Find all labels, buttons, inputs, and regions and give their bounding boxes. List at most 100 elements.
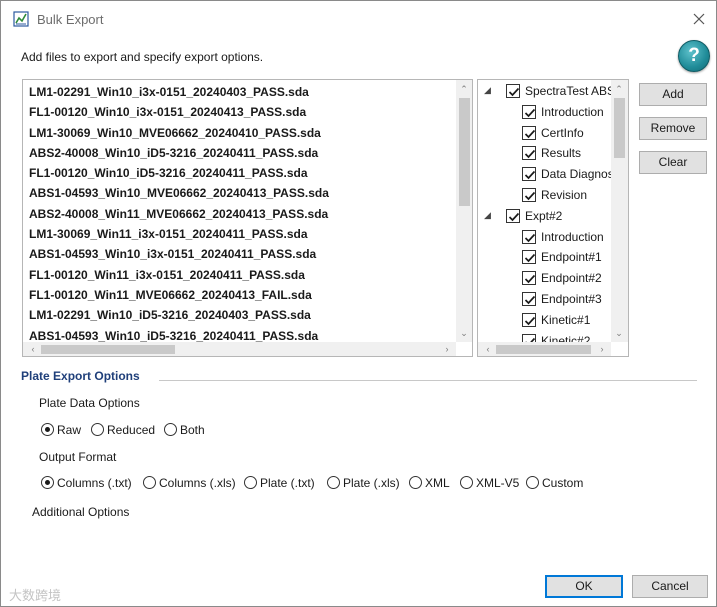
tree-leaf[interactable]: Revision <box>478 186 611 206</box>
radio-label: Plate (.txt) <box>260 476 315 490</box>
instruction-text: Add files to export and specify export o… <box>21 50 264 64</box>
tree-checkbox[interactable] <box>522 125 536 140</box>
scroll-left-icon[interactable]: ‹ <box>480 342 496 356</box>
plate-export-options-title: Plate Export Options <box>21 369 140 383</box>
radio-button[interactable] <box>526 476 539 489</box>
help-button[interactable]: ? <box>678 40 710 72</box>
scroll-left-icon[interactable]: ‹ <box>25 342 41 356</box>
file-list-item[interactable]: ABS1-04593_Win10_i3x-0151_20240411_PASS.… <box>23 244 455 264</box>
tree-checkbox[interactable] <box>522 146 536 161</box>
tree-checkbox[interactable] <box>506 84 520 98</box>
radio-button[interactable] <box>164 423 177 436</box>
scroll-thumb[interactable] <box>496 345 591 354</box>
tree-leaf[interactable]: Endpoint#2 <box>478 269 611 289</box>
output-format-radio-group: Columns (.txt) Columns (.xls) Plate (.txt)… <box>41 474 701 492</box>
radio-label: Reduced <box>107 423 156 437</box>
file-list-item[interactable]: FL1-00120_Win11_MVE06662_20240413_FAIL.s… <box>23 285 455 305</box>
tree-checkbox[interactable] <box>522 167 536 182</box>
file-list-horizontal-scrollbar[interactable]: ‹ › <box>23 342 456 356</box>
file-list-item[interactable]: LM1-02291_Win10_i3x-0151_20240403_PASS.s… <box>23 82 455 102</box>
radio-button[interactable] <box>41 476 54 489</box>
tree-checkbox[interactable] <box>522 333 536 342</box>
tree-checkbox[interactable] <box>522 104 536 119</box>
tree-label: Data Diagnostics <box>541 167 611 182</box>
scroll-up-icon[interactable]: ⌃ <box>456 82 472 96</box>
file-list-item[interactable]: FL1-00120_Win11_i3x-0151_20240411_PASS.s… <box>23 265 455 285</box>
scroll-right-icon[interactable]: › <box>594 342 610 356</box>
tree-checkbox[interactable] <box>522 250 536 265</box>
radio-label: XML <box>425 476 450 490</box>
plate-data-options-label: Plate Data Options <box>39 396 140 410</box>
tree-leaf[interactable]: Kinetic#1 <box>478 311 611 331</box>
tree-label: Kinetic#2 <box>541 333 591 342</box>
tree-node[interactable]: ◢ Expt#2 <box>478 207 611 227</box>
watermark: 大数跨境 <box>9 588 62 603</box>
radio-button[interactable] <box>327 476 340 489</box>
scroll-thumb[interactable] <box>614 98 625 158</box>
file-list[interactable]: LM1-02291_Win10_i3x-0151_20240403_PASS.s… <box>22 79 473 357</box>
ok-button[interactable]: OK <box>545 575 623 598</box>
add-button[interactable]: Add <box>639 83 707 106</box>
tree-label: Introduction <box>541 104 604 119</box>
tree-checkbox[interactable] <box>522 229 536 244</box>
tree-leaf[interactable]: Introduction <box>478 103 611 123</box>
file-list-item[interactable]: FL1-00120_Win10_iD5-3216_20240411_PASS.s… <box>23 163 455 183</box>
tree-leaf[interactable]: Introduction <box>478 228 611 248</box>
radio-label: Raw <box>57 423 82 437</box>
radio-button[interactable] <box>244 476 257 489</box>
tree-horizontal-scrollbar[interactable]: ‹ › <box>478 342 611 356</box>
radio-label: Columns (.txt) <box>57 476 132 490</box>
file-list-item[interactable]: LM1-30069_Win10_MVE06662_20240410_PASS.s… <box>23 123 455 143</box>
radio-button[interactable] <box>460 476 473 489</box>
scroll-thumb[interactable] <box>41 345 175 354</box>
tree-vertical-scrollbar[interactable]: ⌃ ⌄ <box>611 80 628 342</box>
file-list-item[interactable]: FL1-00120_Win10_i3x-0151_20240413_PASS.s… <box>23 102 455 122</box>
plate-data-radio-group: Raw Reduced Both <box>41 421 341 439</box>
radio-button[interactable] <box>143 476 156 489</box>
clear-button[interactable]: Clear <box>639 151 707 174</box>
scroll-right-icon[interactable]: › <box>439 342 455 356</box>
radio-button[interactable] <box>91 423 104 436</box>
tree-leaf[interactable]: Endpoint#1 <box>478 248 611 268</box>
tree-node[interactable]: ◢ SpectraTest ABS <box>478 82 611 102</box>
close-icon[interactable] <box>689 9 709 29</box>
radio-label: Both <box>180 423 205 437</box>
section-divider <box>159 380 697 381</box>
tree-checkbox[interactable] <box>522 292 536 306</box>
radio-button[interactable] <box>409 476 422 489</box>
scroll-down-icon[interactable]: ⌄ <box>611 326 627 340</box>
tree-leaf[interactable]: Results <box>478 144 611 164</box>
output-format-label: Output Format <box>39 450 117 464</box>
tree-leaf[interactable]: Kinetic#2 <box>478 332 611 342</box>
tree-label: CertInfo <box>541 125 584 140</box>
file-list-item[interactable]: ABS1-04593_Win10_iD5-3216_20240411_PASS.… <box>23 326 455 342</box>
tree-label: Introduction <box>541 229 604 244</box>
tree-leaf[interactable]: Data Diagnostics <box>478 165 611 185</box>
radio-button[interactable] <box>41 423 54 436</box>
tree-leaf[interactable]: Endpoint#3 <box>478 290 611 310</box>
tree-checkbox[interactable] <box>522 312 536 327</box>
tree-checkbox[interactable] <box>506 208 520 223</box>
expand-arrow-icon[interactable]: ◢ <box>484 85 496 96</box>
tree-leaf[interactable]: CertInfo <box>478 124 611 144</box>
cancel-button[interactable]: Cancel <box>632 575 708 598</box>
scroll-thumb[interactable] <box>459 98 470 206</box>
tree-label: Results <box>541 146 582 161</box>
file-list-item[interactable]: ABS2-40008_Win10_iD5-3216_20240411_PASS.… <box>23 143 455 163</box>
scroll-up-icon[interactable]: ⌃ <box>611 82 627 96</box>
scroll-down-icon[interactable]: ⌄ <box>456 326 472 340</box>
file-list-item[interactable]: LM1-30069_Win11_i3x-0151_20240411_PASS.s… <box>23 224 455 244</box>
file-list-item[interactable]: LM1-02291_Win10_iD5-3216_20240403_PASS.s… <box>23 305 455 325</box>
tree-checkbox[interactable] <box>522 271 536 286</box>
file-list-vertical-scrollbar[interactable]: ⌃ ⌄ <box>456 80 472 342</box>
tree-label: Revision <box>541 188 588 202</box>
file-list-item[interactable]: ABS2-40008_Win11_MVE06662_20240413_PASS.… <box>23 204 455 224</box>
tree-rows: ◢ SpectraTest ABS Introduction CertInfo Resu… <box>478 80 611 342</box>
export-sections-tree[interactable]: ◢ SpectraTest ABS Introduction CertInfo Resu… <box>477 79 629 357</box>
file-list-item[interactable]: ABS1-04593_Win10_MVE06662_20240413_PASS.… <box>23 183 455 203</box>
remove-button[interactable]: Remove <box>639 117 707 140</box>
app-icon <box>13 11 29 27</box>
expand-arrow-icon[interactable]: ◢ <box>484 210 496 221</box>
additional-options-label: Additional Options <box>32 505 130 519</box>
tree-checkbox[interactable] <box>522 188 536 202</box>
